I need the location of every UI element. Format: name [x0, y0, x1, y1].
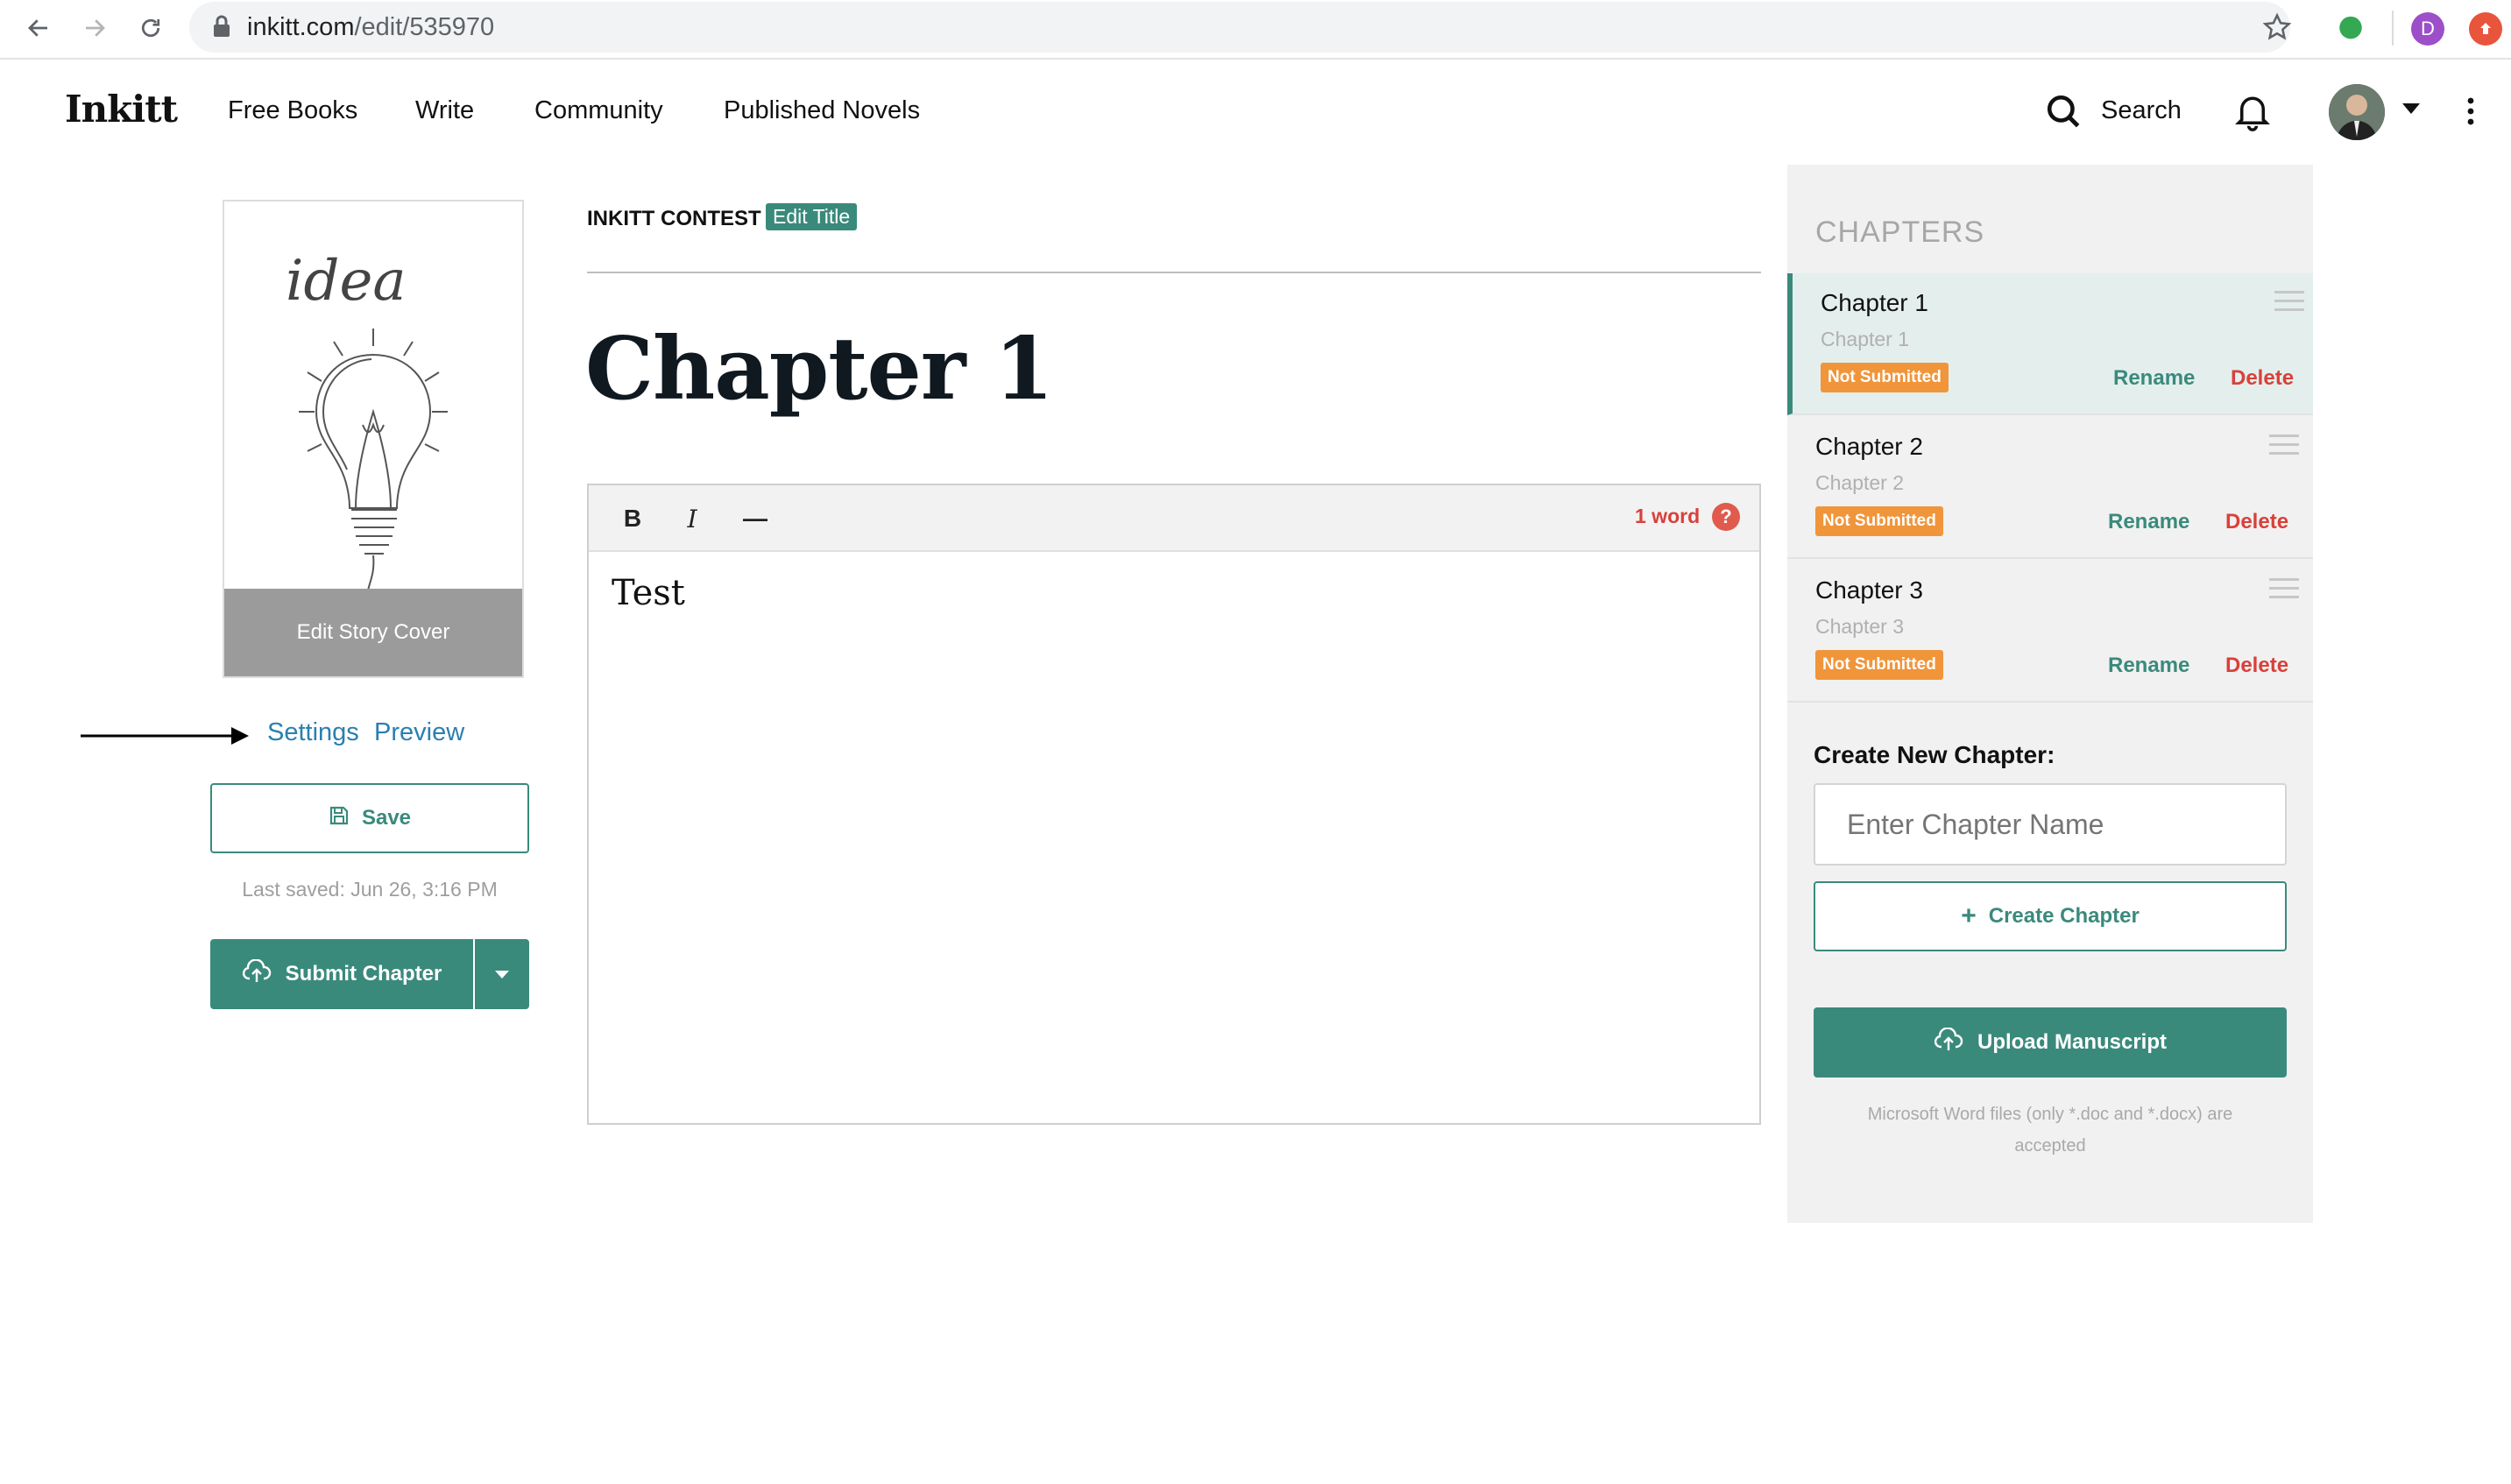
chapter-name-input[interactable]	[1814, 783, 2287, 866]
chapter-subtitle: Chapter 1	[1821, 328, 1910, 350]
word-count: 1 word	[1635, 505, 1701, 527]
chapter-subtitle: Chapter 3	[1815, 615, 1905, 638]
status-badge: Not Submitted	[1815, 650, 1943, 680]
toolbar-divider	[2392, 11, 2394, 46]
upload-note: Microsoft Word files (only *.doc and *.d…	[1867, 1105, 2233, 1155]
chapter-editor: B I — 1 word ? Test	[587, 484, 1761, 1125]
cloud-upload-icon	[1934, 1026, 1963, 1058]
create-chapter-text: Create Chapter	[1988, 904, 2140, 928]
drag-handle-icon[interactable]	[2269, 578, 2299, 601]
chapter-item-3[interactable]: Chapter 3 Chapter 3 Not Submitted Rename…	[1787, 561, 2313, 703]
rename-button[interactable]: Rename	[2108, 510, 2189, 534]
chapter-title: Chapter 3	[1815, 576, 1923, 604]
create-chapter-label: Create New Chapter:	[1814, 741, 2055, 768]
upload-manuscript-button[interactable]: Upload Manuscript	[1814, 1007, 2287, 1078]
caret-down-icon	[495, 970, 509, 979]
delete-button[interactable]: Delete	[2225, 510, 2288, 534]
bookmark-star-icon[interactable]	[2262, 12, 2292, 46]
story-title: INKITT CONTEST	[587, 207, 761, 230]
upload-manuscript-text: Upload Manuscript	[1977, 1030, 2167, 1054]
save-icon	[329, 805, 350, 832]
chapter-item-2[interactable]: Chapter 2 Chapter 2 Not Submitted Rename…	[1787, 417, 2313, 559]
status-badge: Not Submitted	[1821, 363, 1949, 392]
story-cover[interactable]: idea Edit Story Cover	[223, 200, 524, 678]
cover-art-text: idea	[286, 249, 406, 314]
chapter-title: Chapter 1	[1821, 289, 1928, 316]
bold-button[interactable]: B	[615, 501, 650, 536]
back-icon[interactable]	[19, 9, 58, 47]
submit-options-dropdown[interactable]	[475, 939, 529, 1009]
create-chapter-button[interactable]: + Create Chapter	[1814, 881, 2287, 951]
save-button[interactable]: Save	[210, 783, 529, 853]
search-label[interactable]: Search	[2101, 96, 2182, 125]
cloud-upload-icon	[242, 958, 272, 990]
editor-content[interactable]: Test	[612, 573, 1733, 1099]
editor-toolbar: B I — 1 word ?	[589, 485, 1759, 552]
chapters-heading: CHAPTERS	[1815, 216, 1985, 249]
rename-button[interactable]: Rename	[2113, 366, 2195, 391]
plus-icon: +	[1961, 901, 1977, 930]
chapter-heading[interactable]: Chapter 1	[585, 319, 1054, 420]
extension-red-icon[interactable]	[2469, 12, 2502, 46]
preview-link[interactable]: Preview	[374, 718, 464, 747]
title-divider	[587, 272, 1761, 273]
drag-handle-icon[interactable]	[2269, 435, 2299, 457]
reload-icon[interactable]	[131, 9, 170, 47]
save-label: Save	[361, 806, 412, 830]
settings-link[interactable]: Settings	[267, 718, 359, 747]
chapters-panel: CHAPTERS Chapter 1 Chapter 1 Not Submitt…	[1787, 165, 2313, 1223]
nav-free-books[interactable]: Free Books	[228, 96, 357, 125]
lock-icon	[212, 14, 231, 43]
delete-button[interactable]: Delete	[2231, 366, 2294, 391]
bell-icon[interactable]	[2234, 91, 2271, 138]
status-badge: Not Submitted	[1815, 506, 1943, 536]
address-bar[interactable]: inkitt.com/edit/535970	[189, 2, 2292, 53]
edit-story-cover-button[interactable]: Edit Story Cover	[224, 589, 522, 676]
nav-write[interactable]: Write	[415, 96, 474, 125]
submit-chapter-label: Submit Chapter	[285, 962, 442, 986]
browser-toolbar: inkitt.com/edit/535970 D	[0, 0, 2511, 60]
more-menu-icon[interactable]	[2465, 96, 2476, 131]
horizontal-rule-button[interactable]: —	[738, 501, 773, 536]
url-text: inkitt.com/edit/535970	[247, 13, 495, 41]
forward-icon[interactable]	[75, 9, 114, 47]
profile-avatar[interactable]: D	[2411, 12, 2444, 46]
help-icon[interactable]: ?	[1712, 503, 1740, 531]
chapter-subtitle: Chapter 2	[1815, 471, 1905, 494]
italic-button[interactable]: I	[675, 501, 710, 536]
search-icon[interactable]	[2045, 93, 2082, 134]
user-avatar[interactable]	[2329, 84, 2385, 140]
submit-chapter-button[interactable]: Submit Chapter	[210, 939, 473, 1009]
delete-button[interactable]: Delete	[2225, 654, 2288, 678]
nav-community[interactable]: Community	[534, 96, 663, 125]
nav-published-novels[interactable]: Published Novels	[724, 96, 920, 125]
drag-handle-icon[interactable]	[2274, 291, 2304, 314]
inkitt-logo[interactable]: Inkitt	[65, 88, 178, 131]
edit-title-button[interactable]: Edit Title	[766, 203, 858, 230]
lightbulb-cover-art: idea	[286, 249, 448, 591]
arrow-pointer-icon	[81, 725, 256, 751]
chevron-down-icon[interactable]	[2402, 103, 2420, 114]
rename-button[interactable]: Rename	[2108, 654, 2189, 678]
chapter-item-1[interactable]: Chapter 1 Chapter 1 Not Submitted Rename…	[1787, 273, 2313, 415]
last-saved-text: Last saved: Jun 26, 3:16 PM	[242, 878, 498, 901]
extension-icon[interactable]	[2334, 12, 2367, 46]
chapter-title: Chapter 2	[1815, 433, 1923, 460]
